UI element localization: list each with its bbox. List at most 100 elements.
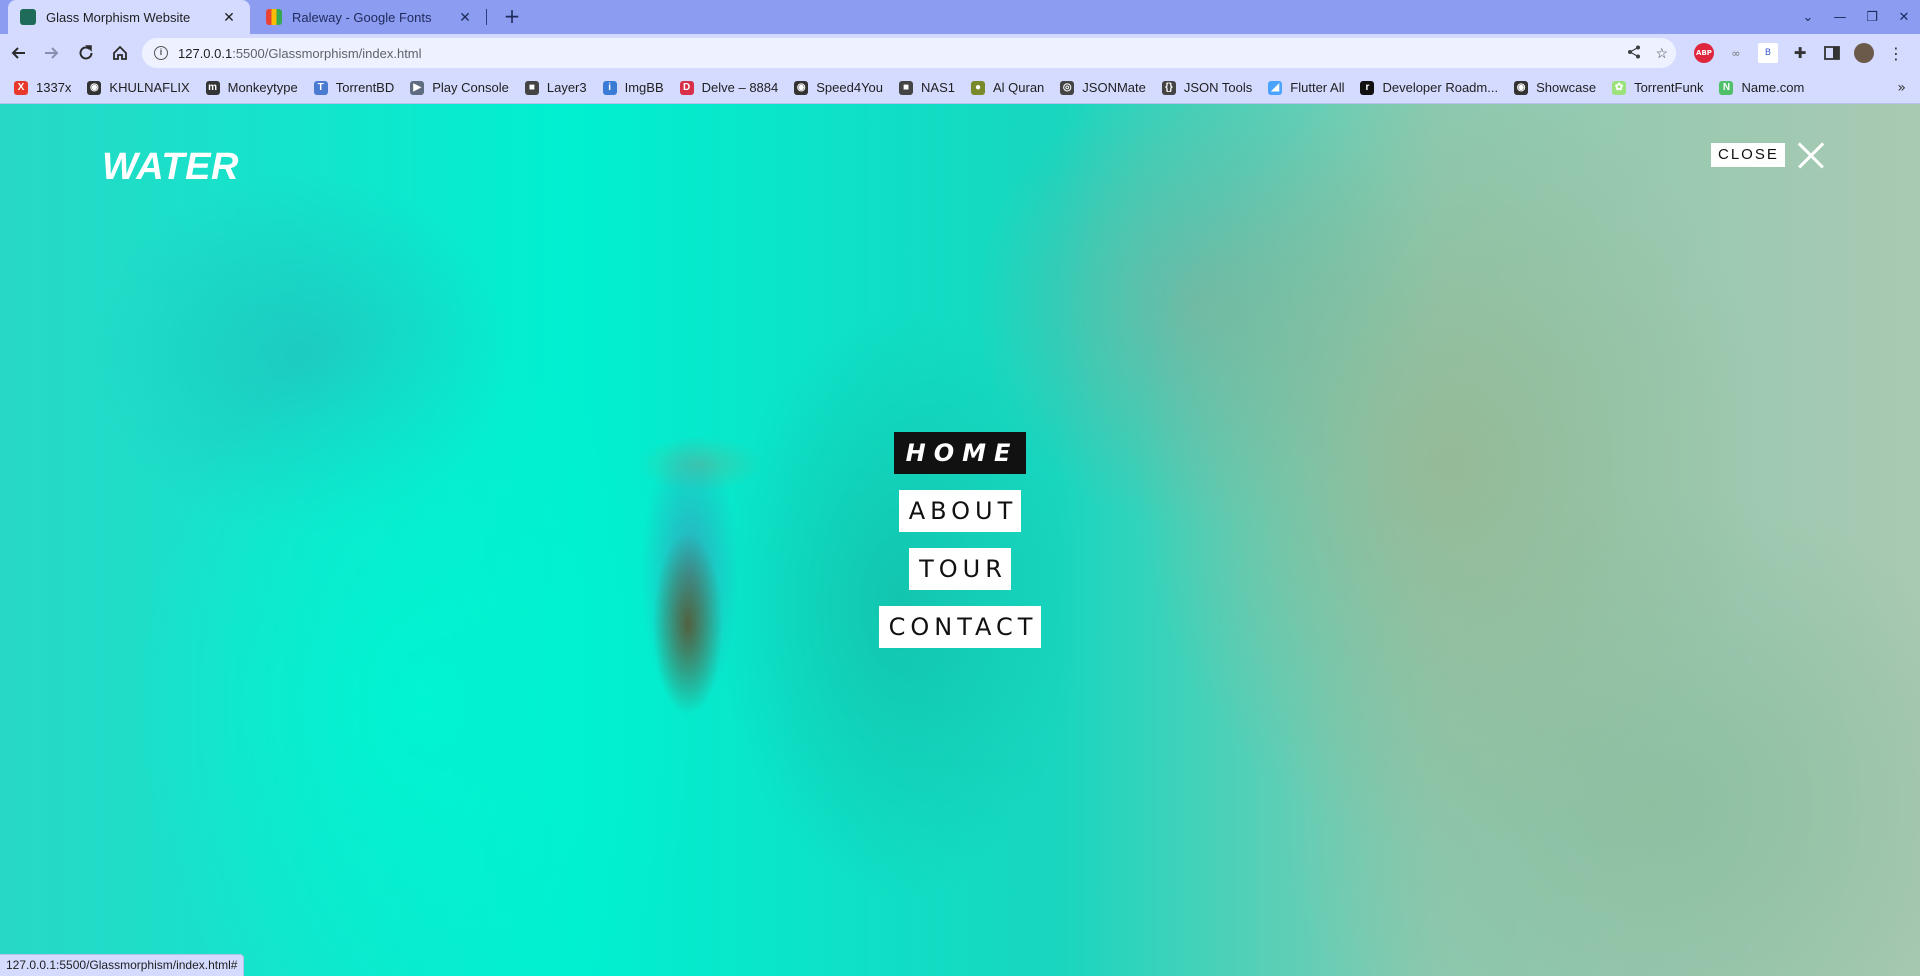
bookmark-item[interactable]: T TorrentBD — [313, 80, 395, 95]
monkeytype-icon: m — [205, 80, 220, 95]
new-tab-button[interactable]: + — [500, 5, 524, 29]
address-bar-actions: ☆ — [1627, 38, 1668, 68]
bookmark-label: Layer3 — [546, 80, 587, 95]
close-menu-button[interactable]: CLOSE — [1711, 141, 1825, 169]
bookmark-label: ImgBB — [624, 80, 664, 95]
bookmark-label: Delve – 8884 — [701, 80, 779, 95]
window-controls: ⌄ — ❐ ✕ — [1792, 0, 1920, 34]
nav-about-link[interactable]: ABOUT — [898, 490, 1022, 532]
forward-arrow-icon[interactable] — [36, 37, 68, 69]
bookmark-item[interactable]: ◉ KHULNAFLIX — [87, 80, 190, 95]
bookmark-label: JSON Tools — [1183, 80, 1253, 95]
bookmark-label: Showcase — [1536, 80, 1597, 95]
bookmark-label: Developer Roadm... — [1382, 80, 1499, 95]
roadmap-icon: r — [1360, 80, 1375, 95]
tab-close-icon[interactable]: ✕ — [456, 9, 474, 26]
bookmark-item[interactable]: ▶ Play Console — [410, 80, 509, 95]
x-icon: X — [14, 80, 28, 95]
bookmark-item[interactable]: m Monkeytype — [205, 80, 298, 95]
bookmark-label: KHULNAFLIX — [109, 80, 190, 95]
extensions-puzzle-icon[interactable]: ✚ — [1790, 43, 1810, 63]
globe-icon: ◉ — [794, 80, 809, 95]
brand-logo[interactable]: WATER — [102, 146, 239, 189]
jsonmate-icon: ◎ — [1060, 80, 1075, 95]
bookmark-item[interactable]: X 1337x — [14, 80, 71, 95]
bookmark-item[interactable]: ◎ JSONMate — [1060, 80, 1146, 95]
folder-icon: ■ — [899, 80, 914, 95]
side-panel-icon[interactable] — [1822, 43, 1842, 63]
play-icon: ▶ — [410, 80, 425, 95]
reload-icon[interactable] — [70, 37, 102, 69]
bookmark-label: Al Quran — [992, 80, 1045, 95]
link-status-bar: 127.0.0.1:5500/Glassmorphism/index.html# — [0, 954, 245, 976]
restore-icon[interactable]: ❐ — [1856, 10, 1888, 25]
close-icon[interactable] — [1797, 141, 1825, 169]
minimize-icon[interactable]: — — [1824, 10, 1856, 25]
bookmark-item[interactable]: N Name.com — [1719, 80, 1804, 95]
alquran-icon: ● — [970, 80, 985, 95]
profile-avatar-icon[interactable] — [1854, 43, 1874, 63]
bookmark-label: Name.com — [1741, 80, 1805, 95]
extension-link-icon[interactable]: ∞ — [1726, 43, 1746, 63]
tab-glass-morphism[interactable]: Glass Morphism Website ✕ — [8, 0, 250, 34]
bookmark-label: TorrentBD — [335, 80, 395, 95]
bookmarks-overflow-icon[interactable]: » — [1897, 80, 1906, 96]
delve-icon: D — [679, 80, 694, 95]
close-label[interactable]: CLOSE — [1711, 143, 1785, 167]
bookmark-label: NAS1 — [921, 80, 955, 95]
browser-toolbar: i 127.0.0.1:5500/Glassmorphism/index.htm… — [0, 34, 1920, 72]
window-close-icon[interactable]: ✕ — [1888, 10, 1920, 25]
torrentfunk-icon: ✿ — [1612, 80, 1627, 95]
tab-close-icon[interactable]: ✕ — [220, 9, 238, 26]
torrentbd-icon: T — [313, 80, 328, 95]
nav-home-link[interactable]: HOME — [893, 432, 1027, 474]
bookmark-label: TorrentFunk — [1634, 80, 1704, 95]
extension-b-icon[interactable]: B — [1758, 43, 1778, 63]
nav-contact-link[interactable]: CONTACT — [878, 606, 1042, 648]
url-host: 127.0.0.1 — [178, 45, 233, 61]
share-icon[interactable] — [1627, 45, 1641, 62]
bookmark-item[interactable]: ■ Layer3 — [524, 80, 587, 95]
url-path: :5500/Glassmorphism/index.html — [232, 45, 422, 61]
menu-kebab-icon[interactable]: ⋮ — [1886, 43, 1906, 63]
globe-icon: ◉ — [87, 80, 102, 95]
site-info-icon[interactable]: i — [154, 46, 168, 60]
bookmark-item[interactable]: ◢ Flutter All — [1268, 80, 1344, 95]
bookmark-item[interactable]: ● Al Quran — [970, 80, 1045, 95]
google-fonts-favicon-icon — [266, 9, 282, 25]
imgbb-icon: i — [602, 80, 617, 95]
bookmark-star-icon[interactable]: ☆ — [1655, 45, 1668, 62]
adblock-plus-icon[interactable]: ABP — [1694, 43, 1714, 63]
page-viewport: WATER CLOSE HOME ABOUT TOUR CONTACT 127.… — [0, 104, 1920, 976]
tab-title: Raleway - Google Fonts — [292, 9, 432, 25]
json-tools-icon: {} — [1161, 80, 1176, 95]
address-bar[interactable]: i 127.0.0.1:5500/Glassmorphism/index.htm… — [142, 38, 1676, 68]
namecom-icon: N — [1719, 80, 1734, 95]
tab-search-icon[interactable]: ⌄ — [1792, 10, 1824, 25]
bookmarks-bar: X 1337x ◉ KHULNAFLIX m Monkeytype T TorrentBD ▶ P… — [0, 72, 1920, 104]
bookmark-item[interactable]: ◉ Speed4You — [794, 80, 883, 95]
tab-strip: Glass Morphism Website ✕ Raleway - Googl… — [0, 0, 1920, 34]
bookmark-item[interactable]: ◉ Showcase — [1514, 80, 1596, 95]
bookmark-label: Flutter All — [1290, 80, 1345, 95]
bookmark-label: Play Console — [432, 80, 509, 95]
bookmark-item[interactable]: {} JSON Tools — [1161, 80, 1253, 95]
flutter-icon: ◢ — [1268, 80, 1283, 95]
extensions-area: ABP ∞ B ✚ ⋮ — [1694, 38, 1906, 68]
folder-icon: ■ — [524, 80, 539, 95]
bookmark-item[interactable]: r Developer Roadm... — [1360, 80, 1498, 95]
fullscreen-nav-menu: HOME ABOUT TOUR CONTACT — [0, 432, 1920, 648]
bookmark-label: Speed4You — [816, 80, 884, 95]
bookmark-item[interactable]: ✿ TorrentFunk — [1612, 80, 1703, 95]
tab-raleway-google-fonts[interactable]: Raleway - Google Fonts ✕ — [254, 0, 486, 34]
tab-title: Glass Morphism Website — [46, 9, 191, 25]
nav-tour-link[interactable]: TOUR — [909, 548, 1011, 590]
back-arrow-icon[interactable] — [2, 37, 34, 69]
globe-icon: ◉ — [1514, 80, 1529, 95]
bookmark-item[interactable]: i ImgBB — [602, 80, 664, 95]
home-icon[interactable] — [104, 37, 136, 69]
bookmark-item[interactable]: ■ NAS1 — [899, 80, 955, 95]
bookmark-item[interactable]: D Delve – 8884 — [679, 80, 779, 95]
bookmark-label: 1337x — [36, 80, 72, 95]
bookmark-label: JSONMate — [1082, 80, 1146, 95]
